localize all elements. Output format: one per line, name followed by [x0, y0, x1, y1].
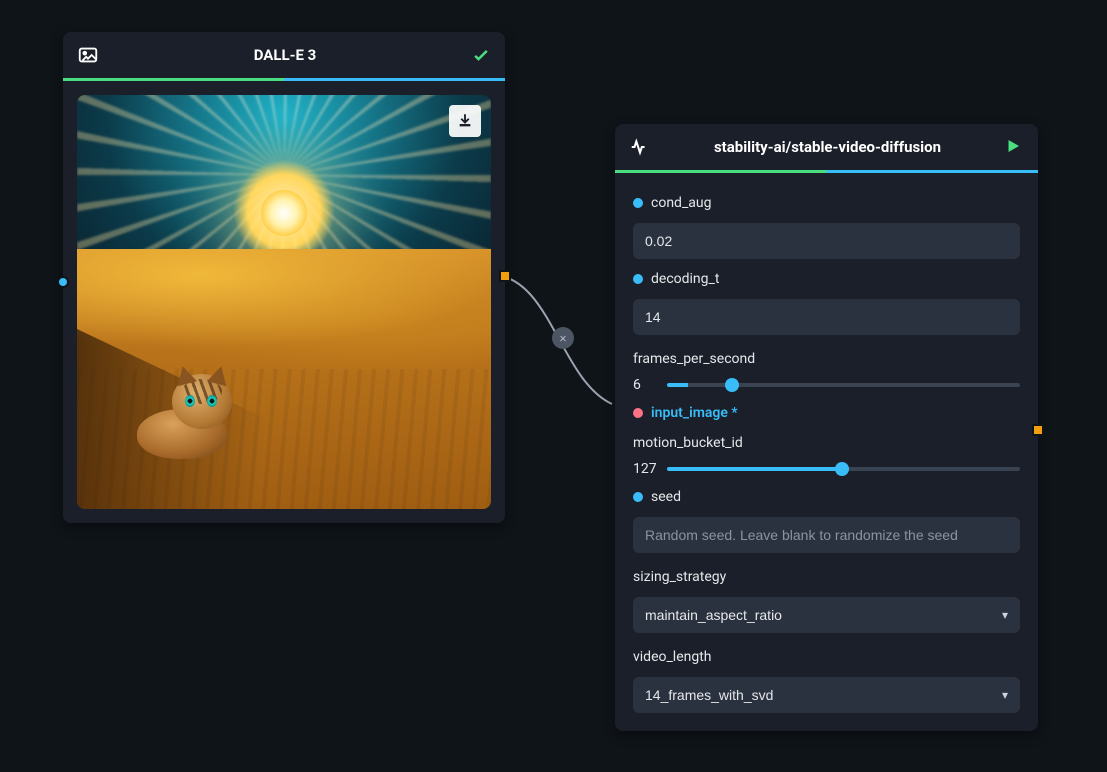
edge-delete-button[interactable]: ×	[552, 327, 574, 349]
video-length-select[interactable]: 14_frames_with_svd	[633, 677, 1020, 713]
download-image-button[interactable]	[449, 105, 481, 137]
pulse-icon	[629, 136, 651, 158]
seed-input[interactable]	[633, 517, 1020, 553]
output-port[interactable]	[499, 270, 511, 282]
param-seed: seed	[633, 489, 1020, 505]
cond-aug-input[interactable]	[633, 223, 1020, 259]
input-port[interactable]	[57, 276, 69, 288]
node-body	[63, 81, 505, 523]
decoding-t-input[interactable]	[633, 299, 1020, 335]
sizing-strategy-select[interactable]: maintain_aspect_ratio	[633, 597, 1020, 633]
port-dot-icon[interactable]	[633, 198, 643, 208]
close-icon: ×	[560, 331, 567, 346]
port-dot-icon[interactable]	[633, 408, 643, 418]
param-label: video_length	[633, 649, 712, 665]
port-dot-icon[interactable]	[633, 492, 643, 502]
node-header[interactable]: DALL-E 3	[63, 32, 505, 81]
output-port[interactable]	[1032, 424, 1044, 436]
node-body: cond_aug decoding_t frames_per_second 6 …	[615, 173, 1038, 731]
motion-bucket-value: 127	[633, 461, 657, 477]
param-sizing-strategy: sizing_strategy	[633, 569, 1020, 585]
generated-image-preview[interactable]	[77, 95, 491, 509]
port-dot-icon[interactable]	[633, 274, 643, 284]
param-fps: frames_per_second	[633, 351, 1020, 367]
param-label: decoding_t	[651, 271, 719, 287]
param-label: input_image *	[651, 405, 738, 421]
fps-slider[interactable]	[667, 383, 1020, 387]
node-title: stability-ai/stable-video-diffusion	[651, 138, 1004, 156]
image-icon	[77, 44, 99, 66]
checkmark-icon	[471, 45, 491, 65]
param-label: motion_bucket_id	[633, 435, 743, 451]
param-input-image: input_image *	[633, 405, 1020, 421]
fps-value: 6	[633, 377, 657, 393]
motion-bucket-slider[interactable]	[667, 467, 1020, 471]
param-video-length: video_length	[633, 649, 1020, 665]
param-label: frames_per_second	[633, 351, 755, 367]
node-svd[interactable]: stability-ai/stable-video-diffusion cond…	[615, 124, 1038, 731]
param-cond-aug: cond_aug	[633, 195, 1020, 211]
param-motion-bucket: motion_bucket_id	[633, 435, 1020, 451]
play-icon[interactable]	[1004, 137, 1024, 157]
node-title: DALL-E 3	[99, 46, 471, 64]
param-label: seed	[651, 489, 681, 505]
param-label: cond_aug	[651, 195, 711, 211]
param-label: sizing_strategy	[633, 569, 726, 585]
node-header[interactable]: stability-ai/stable-video-diffusion	[615, 124, 1038, 173]
download-icon	[456, 112, 474, 130]
node-dalle[interactable]: DALL-E 3	[63, 32, 505, 523]
param-decoding-t: decoding_t	[633, 271, 1020, 287]
